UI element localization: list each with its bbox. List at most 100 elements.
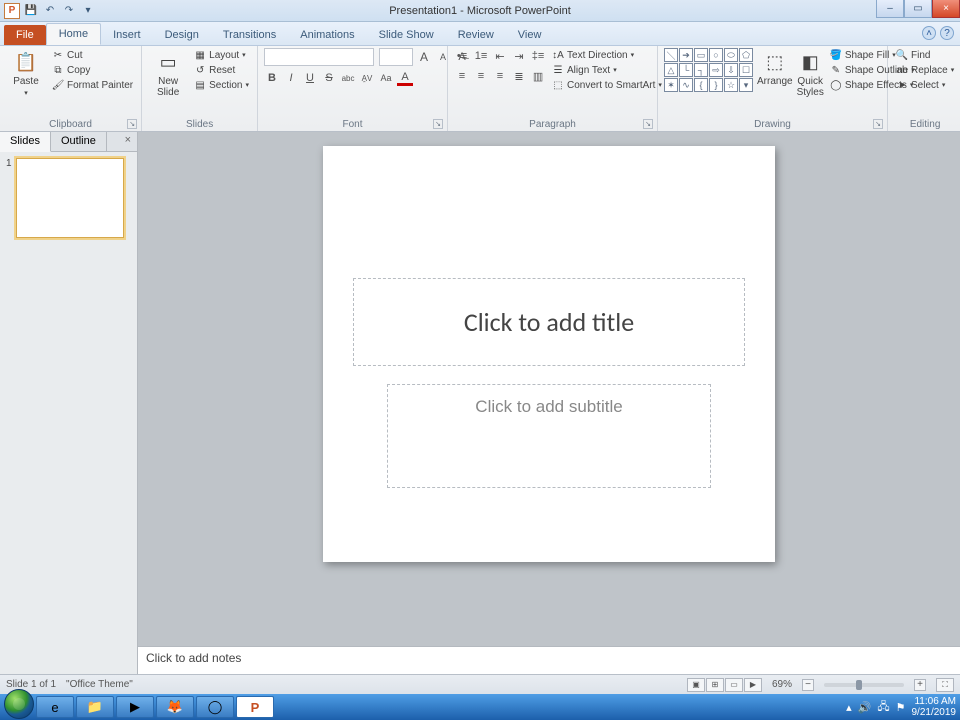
side-tab-slides[interactable]: Slides <box>0 132 51 152</box>
line-spacing-icon[interactable]: ‡≡ <box>530 48 546 64</box>
minimize-button[interactable]: – <box>876 0 904 18</box>
shape-more1-icon[interactable]: ⬠ <box>739 48 753 62</box>
taskbar-chrome-icon[interactable]: ◯ <box>196 696 234 718</box>
shape-star2-icon[interactable]: ☆ <box>724 78 738 92</box>
tab-file[interactable]: File <box>4 25 46 45</box>
shape-oval-icon[interactable]: ○ <box>709 48 723 62</box>
normal-view-icon[interactable]: ▣ <box>687 678 705 692</box>
drawing-launcher-icon[interactable]: ↘ <box>873 119 883 129</box>
slide-canvas[interactable]: Click to add title Click to add subtitle <box>138 132 960 646</box>
tab-insert[interactable]: Insert <box>101 25 153 45</box>
taskbar-media-icon[interactable]: ▶ <box>116 696 154 718</box>
side-tab-outline[interactable]: Outline <box>51 132 107 151</box>
shape-tri-icon[interactable]: △ <box>664 63 678 77</box>
tab-slide-show[interactable]: Slide Show <box>367 25 446 45</box>
paragraph-launcher-icon[interactable]: ↘ <box>643 119 653 129</box>
char-spacing-button[interactable]: A͍V <box>359 70 375 86</box>
undo-icon[interactable]: ↶ <box>42 3 58 19</box>
shape-brace2-icon[interactable]: } <box>709 78 723 92</box>
tab-transitions[interactable]: Transitions <box>211 25 288 45</box>
tray-volume-icon[interactable]: 🔊 <box>858 701 872 714</box>
shape-elbow-icon[interactable]: └ <box>679 63 693 77</box>
zoom-slider[interactable] <box>824 683 904 687</box>
subtitle-placeholder[interactable]: Click to add subtitle <box>387 384 711 488</box>
cut-button[interactable]: ✂Cut <box>50 48 135 62</box>
align-center-icon[interactable]: ≡ <box>473 68 489 84</box>
layout-button[interactable]: ▦Layout ▾ <box>192 48 251 62</box>
qat-customize-icon[interactable]: ▾ <box>80 3 96 19</box>
sorter-view-icon[interactable]: ⊞ <box>706 678 724 692</box>
shape-arrow-icon[interactable]: ➔ <box>679 48 693 62</box>
new-slide-button[interactable]: ▭ New Slide <box>148 48 188 98</box>
align-right-icon[interactable]: ≡ <box>492 68 508 84</box>
taskbar-explorer-icon[interactable]: 📁 <box>76 696 114 718</box>
redo-icon[interactable]: ↷ <box>61 3 77 19</box>
underline-button[interactable]: U <box>302 70 318 86</box>
font-family-select[interactable] <box>264 48 374 66</box>
thumbnail-item[interactable]: 1 <box>6 158 131 238</box>
font-size-select[interactable] <box>379 48 413 66</box>
clipboard-launcher-icon[interactable]: ↘ <box>127 119 137 129</box>
shape-brace-icon[interactable]: { <box>694 78 708 92</box>
replace-button[interactable]: abReplace ▾ <box>894 63 956 77</box>
numbering-icon[interactable]: 1≡ <box>473 48 489 64</box>
tab-view[interactable]: View <box>506 25 554 45</box>
tab-animations[interactable]: Animations <box>288 25 366 45</box>
font-color-button[interactable]: A <box>397 70 413 86</box>
shape-more-icon[interactable]: ▾ <box>739 78 753 92</box>
grow-font-icon[interactable]: A <box>416 49 432 65</box>
shape-line-icon[interactable]: ＼ <box>664 48 678 62</box>
find-button[interactable]: 🔍Find <box>894 48 956 62</box>
tray-up-icon[interactable]: ▴ <box>846 701 852 714</box>
text-direction-button[interactable]: ↕AText Direction ▾ <box>550 48 664 62</box>
decrease-indent-icon[interactable]: ⇤ <box>492 48 508 64</box>
close-button[interactable]: × <box>932 0 960 18</box>
tray-flag-icon[interactable]: ⚑ <box>896 701 906 714</box>
change-case-button[interactable]: Aa <box>378 70 394 86</box>
shape-star-icon[interactable]: ✶ <box>664 78 678 92</box>
tray-network-icon[interactable]: 🖧 <box>877 698 889 717</box>
shape-arrow3-icon[interactable]: ⇩ <box>724 63 738 77</box>
quick-styles-button[interactable]: ◧ Quick Styles <box>797 48 824 98</box>
thumbnail-preview[interactable] <box>16 158 124 238</box>
tray-clock[interactable]: 11:06 AM 9/21/2019 <box>912 696 957 718</box>
paste-button[interactable]: 📋 Paste ▾ <box>6 48 46 97</box>
justify-icon[interactable]: ≣ <box>511 68 527 84</box>
align-left-icon[interactable]: ≡ <box>454 68 470 84</box>
section-button[interactable]: ▤Section ▾ <box>192 78 251 92</box>
tab-home[interactable]: Home <box>46 23 101 45</box>
reading-view-icon[interactable]: ▭ <box>725 678 743 692</box>
taskbar-powerpoint-icon[interactable]: P <box>236 696 274 718</box>
increase-indent-icon[interactable]: ⇥ <box>511 48 527 64</box>
side-panel-close-icon[interactable]: × <box>119 132 137 151</box>
shape-curve-icon[interactable]: ∿ <box>679 78 693 92</box>
font-launcher-icon[interactable]: ↘ <box>433 119 443 129</box>
zoom-slider-knob[interactable] <box>856 680 862 690</box>
copy-button[interactable]: ⧉Copy <box>50 63 135 77</box>
bold-button[interactable]: B <box>264 70 280 86</box>
tab-design[interactable]: Design <box>153 25 211 45</box>
strike-button[interactable]: S <box>321 70 337 86</box>
format-painter-button[interactable]: 🖌Format Painter <box>50 78 135 92</box>
shape-rounded-icon[interactable]: ⬭ <box>724 48 738 62</box>
shape-rect-icon[interactable]: ▭ <box>694 48 708 62</box>
reset-button[interactable]: ↺Reset <box>192 63 251 77</box>
shapes-gallery[interactable]: ＼ ➔ ▭ ○ ⬭ ⬠ △ └ ┐ ⇨ ⇩ ☐ ✶ ∿ { } ☆ ▾ <box>664 48 753 92</box>
slideshow-view-icon[interactable]: ▶ <box>744 678 762 692</box>
slide[interactable]: Click to add title Click to add subtitle <box>323 146 775 562</box>
save-icon[interactable]: 💾 <box>23 3 39 19</box>
start-button[interactable] <box>4 689 34 719</box>
minimize-ribbon-icon[interactable]: ˄ <box>922 26 936 40</box>
maximize-button[interactable]: ▭ <box>904 0 932 18</box>
align-text-button[interactable]: ☰Align Text ▾ <box>550 63 664 77</box>
notes-pane[interactable]: Click to add notes <box>138 646 960 674</box>
text-shadow-button[interactable]: abc <box>340 70 356 86</box>
shape-arrow2-icon[interactable]: ⇨ <box>709 63 723 77</box>
shape-elbow2-icon[interactable]: ┐ <box>694 63 708 77</box>
columns-icon[interactable]: ▥ <box>530 68 546 84</box>
italic-button[interactable]: I <box>283 70 299 86</box>
fit-window-icon[interactable]: ⛶ <box>936 678 954 692</box>
taskbar-ie-icon[interactable]: e <box>36 696 74 718</box>
taskbar-firefox-icon[interactable]: 🦊 <box>156 696 194 718</box>
bullets-icon[interactable]: •≡ <box>454 48 470 64</box>
